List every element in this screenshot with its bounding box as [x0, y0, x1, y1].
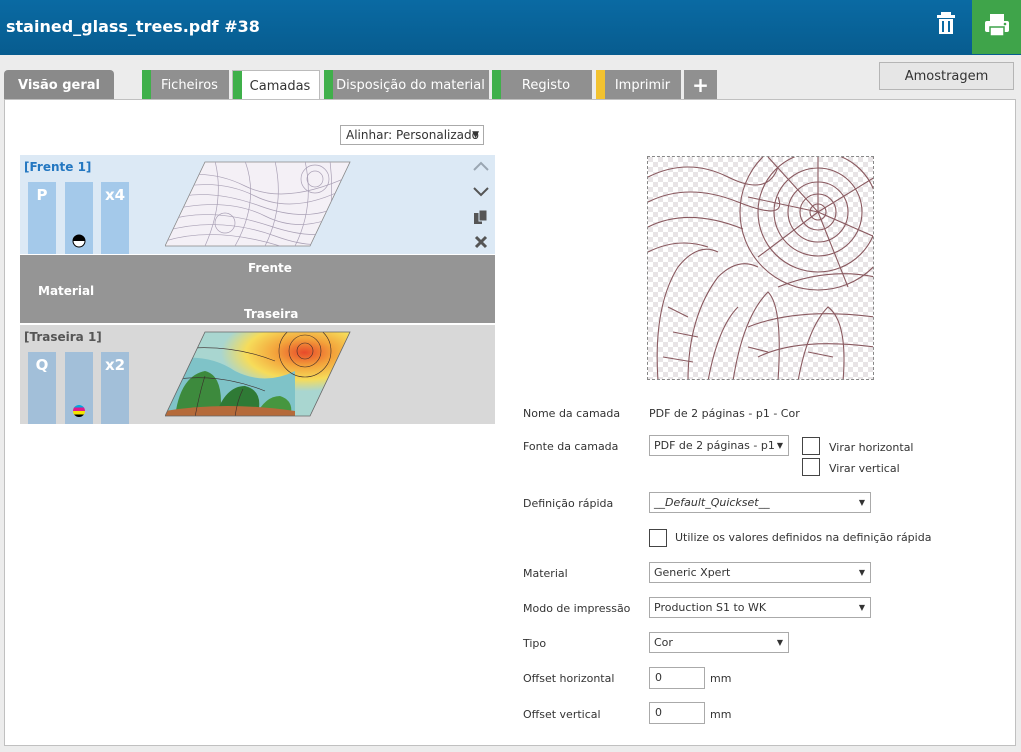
tab-add-button[interactable]: + — [684, 70, 717, 100]
layer-front-label: [Frente 1] — [24, 160, 92, 174]
duplicate-icon[interactable] — [473, 209, 489, 225]
quickset-label: Definição rápida — [523, 497, 614, 510]
use-quickset-checkbox[interactable] — [649, 529, 667, 547]
chevron-down-icon: ▼ — [858, 603, 865, 612]
layer-source-label: Fonte da camada — [523, 440, 619, 453]
layer-preview — [647, 156, 874, 380]
offset-vertical-label: Offset vertical — [523, 708, 601, 721]
chevron-down-icon: ▼ — [858, 568, 865, 577]
chevron-down-icon: ▼ — [858, 498, 865, 507]
print-mode-label: Modo de impressão — [523, 602, 631, 615]
layer-front-thumbnail — [165, 161, 351, 247]
flip-vertical-checkbox[interactable] — [802, 458, 820, 476]
cmyk-ink-icon — [73, 405, 85, 417]
move-down-icon[interactable] — [472, 186, 490, 198]
layer-front-page-chip: P — [28, 182, 56, 254]
layer-back-ink-chip — [65, 352, 93, 424]
use-quickset-label: Utilize os valores definidos na definiçã… — [675, 531, 932, 544]
layer-back[interactable]: [Traseira 1] Q x2 — [20, 325, 495, 424]
printer-icon — [985, 14, 1009, 37]
type-select[interactable]: Cor ▼ — [649, 632, 789, 653]
flip-vertical-label: Virar vertical — [829, 462, 900, 475]
type-label: Tipo — [523, 637, 547, 650]
material-label: Material — [38, 284, 95, 298]
chevron-down-icon: ▼ — [472, 130, 479, 140]
offset-horizontal-label: Offset horizontal — [523, 672, 615, 685]
print-mode-select[interactable]: Production S1 to WK ▼ — [649, 597, 871, 618]
material-band: Frente Material Traseira — [20, 255, 495, 323]
offset-horizontal-input[interactable]: 0 — [649, 667, 705, 689]
offset-vertical-input[interactable]: 0 — [649, 702, 705, 724]
mosaic-preview-image — [648, 157, 873, 379]
document-title: stained_glass_trees.pdf #38 — [6, 17, 260, 36]
material-select[interactable]: Generic Xpert ▼ — [649, 562, 871, 583]
material-back-label: Traseira — [244, 307, 299, 321]
layer-front[interactable]: [Frente 1] P x4 — [20, 155, 495, 254]
tab-overview[interactable]: Visão geral — [4, 70, 114, 100]
move-up-icon[interactable] — [472, 160, 490, 172]
layer-front-ink-chip — [65, 182, 93, 254]
layer-back-label: [Traseira 1] — [24, 330, 102, 344]
layer-back-thumbnail — [165, 331, 351, 417]
tab-layers[interactable]: Camadas — [232, 70, 320, 101]
quickset-select[interactable]: __Default_Quickset__ ▼ — [649, 492, 871, 513]
layer-name-label: Nome da camada — [523, 407, 621, 420]
layer-source-select[interactable]: PDF de 2 páginas - p1 ▼ — [649, 435, 789, 456]
trash-icon[interactable] — [934, 9, 964, 41]
flip-horizontal-label: Virar horizontal — [829, 441, 914, 454]
layer-name-value: PDF de 2 páginas - p1 - Cor — [649, 407, 800, 420]
flip-horizontal-checkbox[interactable] — [802, 437, 820, 455]
sample-button[interactable]: Amostragem — [879, 62, 1014, 90]
layer-back-count-chip: x2 — [101, 352, 129, 424]
delete-icon[interactable] — [474, 235, 488, 249]
tab-print[interactable]: Imprimir — [596, 70, 681, 100]
chevron-down-icon: ▼ — [776, 441, 783, 450]
print-button[interactable] — [972, 0, 1021, 54]
material-front-label: Frente — [248, 261, 292, 275]
app-header: stained_glass_trees.pdf #38 — [0, 0, 1021, 55]
material-field-label: Material — [523, 567, 568, 580]
chevron-down-icon: ▼ — [776, 638, 783, 647]
offset-horizontal-unit: mm — [710, 672, 732, 685]
layer-back-page-chip: Q — [28, 352, 56, 424]
tab-registration[interactable]: Registo — [492, 70, 592, 100]
tab-media-layout[interactable]: Disposição do material — [324, 70, 489, 100]
layer-front-count-chip: x4 — [101, 182, 129, 254]
tab-files[interactable]: Ficheiros — [142, 70, 229, 100]
white-ink-icon — [72, 234, 86, 248]
offset-vertical-unit: mm — [710, 708, 732, 721]
align-select[interactable]: Alinhar: Personalizado ▼ — [340, 125, 484, 145]
